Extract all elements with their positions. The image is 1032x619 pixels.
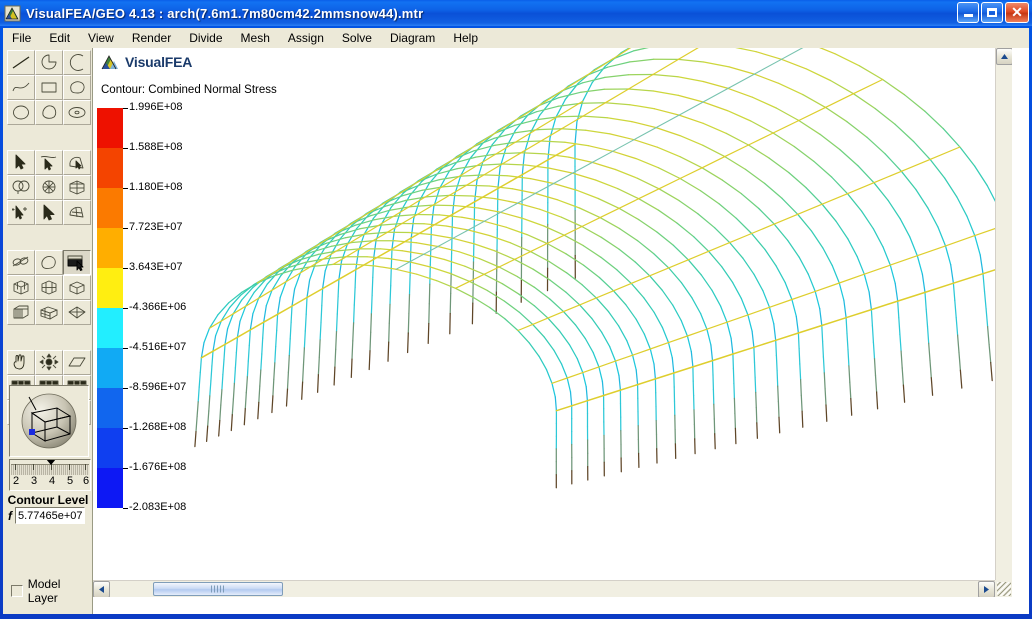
unfold-tool[interactable] bbox=[63, 300, 91, 325]
menu-divide[interactable]: Divide bbox=[180, 29, 231, 47]
menu-assign[interactable]: Assign bbox=[279, 29, 333, 47]
menu-diagram[interactable]: Diagram bbox=[381, 29, 444, 47]
horizontal-scroll-thumb[interactable] bbox=[153, 582, 283, 596]
scroll-thumb-grip bbox=[211, 585, 225, 593]
node-pick-tool[interactable] bbox=[7, 200, 35, 225]
menu-edit[interactable]: Edit bbox=[40, 29, 79, 47]
close-icon: ✕ bbox=[1011, 3, 1023, 20]
menu-mesh[interactable]: Mesh bbox=[232, 29, 279, 47]
slider-label: 4 bbox=[48, 475, 56, 487]
slider-label: 3 bbox=[30, 475, 38, 487]
model-layer-row[interactable]: Model Layer bbox=[11, 577, 92, 605]
document-view: VisualFEA Contour: Combined Normal Stres… bbox=[93, 48, 1029, 614]
rectangle-tool[interactable] bbox=[35, 75, 63, 100]
plane-tool[interactable] bbox=[63, 350, 91, 375]
arc-tool[interactable] bbox=[35, 50, 63, 75]
select-point-tool[interactable] bbox=[7, 150, 35, 175]
radial-mesh-tool[interactable] bbox=[35, 175, 63, 200]
maximize-button[interactable] bbox=[981, 2, 1003, 23]
menu-view[interactable]: View bbox=[79, 29, 123, 47]
vertical-scrollbar[interactable] bbox=[995, 48, 1012, 597]
title-bar[interactable]: VisualFEA/GEO 4.13 : arch(7.6m1.7m80cm42… bbox=[0, 0, 1032, 26]
contour-render-tool[interactable] bbox=[63, 250, 91, 275]
toolbar-separator bbox=[7, 325, 91, 329]
menu-help[interactable]: Help bbox=[444, 29, 487, 47]
menu-solve[interactable]: Solve bbox=[333, 29, 381, 47]
model-canvas[interactable]: VisualFEA Contour: Combined Normal Stres… bbox=[93, 48, 1012, 597]
select-region-tool[interactable] bbox=[63, 150, 91, 175]
spline-tool[interactable] bbox=[7, 75, 35, 100]
line-tool[interactable] bbox=[7, 50, 35, 75]
ellipse-tool[interactable] bbox=[63, 100, 91, 125]
minimize-button[interactable] bbox=[957, 2, 979, 23]
select-edge-tool[interactable] bbox=[35, 150, 63, 175]
solid-mesh-b-tool[interactable] bbox=[35, 275, 63, 300]
toolbar-separator bbox=[7, 225, 91, 229]
menu-file[interactable]: File bbox=[3, 29, 40, 47]
chevron-up-icon bbox=[1001, 54, 1008, 59]
zoom-level-slider[interactable]: 2 3 4 5 6 bbox=[9, 459, 91, 491]
close-button[interactable]: ✕ bbox=[1005, 2, 1029, 23]
rotate-tool[interactable] bbox=[35, 350, 63, 375]
arc-open-tool[interactable] bbox=[63, 50, 91, 75]
scrollbar-corner bbox=[995, 580, 1012, 597]
minimize-icon bbox=[963, 14, 973, 17]
freeform-tool[interactable] bbox=[63, 75, 91, 100]
window-controls: ✕ bbox=[957, 2, 1029, 23]
slider-track[interactable] bbox=[11, 464, 89, 475]
scroll-left-button[interactable] bbox=[93, 581, 110, 597]
mesh-pick-tool[interactable] bbox=[63, 200, 91, 225]
chevron-right-icon bbox=[984, 586, 989, 593]
block-mesh-tool[interactable] bbox=[63, 175, 91, 200]
curve-chain-tool[interactable] bbox=[7, 250, 35, 275]
menu-render[interactable]: Render bbox=[123, 29, 180, 47]
contour-function-prefix: f bbox=[8, 508, 12, 523]
polygon-tool[interactable] bbox=[35, 100, 63, 125]
contour-level-row: f 5.77465e+07 bbox=[8, 507, 92, 524]
extrude-tool[interactable] bbox=[7, 300, 35, 325]
slider-labels: 2 3 4 5 6 bbox=[10, 475, 90, 490]
maximize-icon bbox=[987, 8, 997, 17]
menu-bar: File Edit View Render Divide Mesh Assign… bbox=[3, 28, 1029, 48]
slider-label: 2 bbox=[12, 475, 20, 487]
contour-level-label: Contour Level bbox=[7, 493, 89, 507]
scroll-up-button[interactable] bbox=[996, 48, 1012, 65]
slider-tick bbox=[85, 464, 86, 470]
tool-panel: X-YY-ZZ-X bbox=[3, 48, 93, 614]
hand-tool[interactable] bbox=[7, 350, 35, 375]
solid-mesh-c-tool[interactable] bbox=[63, 275, 91, 300]
resize-grip-icon[interactable] bbox=[997, 582, 1011, 596]
fea-arch-model[interactable] bbox=[93, 48, 1012, 597]
horizontal-scrollbar[interactable] bbox=[93, 580, 1012, 597]
merge-tool[interactable] bbox=[7, 175, 35, 200]
fea-mesh-icon bbox=[4, 5, 21, 22]
pointer-tool[interactable] bbox=[35, 200, 63, 225]
slider-thumb[interactable] bbox=[46, 460, 56, 465]
slider-tick bbox=[15, 464, 16, 470]
slider-tick bbox=[33, 464, 34, 470]
slider-label: 5 bbox=[66, 475, 74, 487]
application-window: VisualFEA/GEO 4.13 : arch(7.6m1.7m80cm42… bbox=[0, 0, 1032, 619]
toolbar-separator bbox=[7, 125, 91, 129]
slider-tick bbox=[69, 464, 70, 470]
window-title: VisualFEA/GEO 4.13 : arch(7.6m1.7m80cm42… bbox=[26, 5, 424, 21]
chevron-left-icon bbox=[99, 586, 104, 593]
tool-grid: X-YY-ZZ-X bbox=[7, 50, 91, 425]
model-layer-checkbox[interactable] bbox=[11, 585, 23, 597]
circle-tool[interactable] bbox=[7, 100, 35, 125]
surface-tool[interactable] bbox=[35, 250, 63, 275]
solid-mesh-tool[interactable] bbox=[7, 275, 35, 300]
brick-tool[interactable] bbox=[35, 300, 63, 325]
slider-label: 6 bbox=[82, 475, 90, 487]
client-area: X-YY-ZZ-X bbox=[3, 48, 1029, 614]
model-layer-label: Model Layer bbox=[27, 577, 61, 605]
scroll-right-button[interactable] bbox=[978, 581, 995, 597]
contour-level-input[interactable]: 5.77465e+07 bbox=[15, 507, 85, 524]
view-orientation-trackball[interactable] bbox=[9, 385, 89, 457]
